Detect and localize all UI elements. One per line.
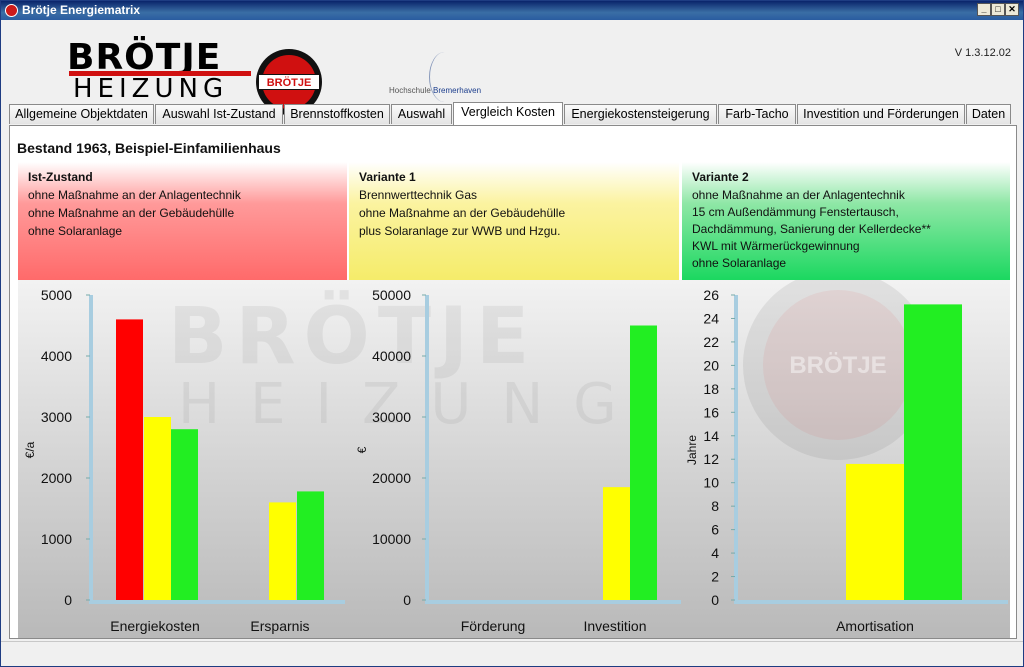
status-bar — [1, 641, 1023, 666]
partner-prefix: Hochschule — [389, 86, 434, 95]
card-line: KWL mit Wärmerückgewinnung — [692, 239, 860, 253]
card-line: ohne Maßnahme an der Anlagentechnik — [692, 188, 905, 202]
y-tick-label: 24 — [703, 310, 719, 326]
page-title: Bestand 1963, Beispiel-Einfamilienhaus — [17, 140, 281, 156]
bar — [297, 491, 324, 600]
version-label: V 1.3.12.02 — [954, 47, 1011, 59]
logo-emblem-label: BRÖTJE — [258, 74, 320, 90]
x-category-label: Amortisation — [836, 618, 914, 634]
card-line: ohne Solaranlage — [692, 256, 787, 270]
y-tick-label: 12 — [703, 451, 719, 467]
bar — [144, 417, 171, 600]
y-tick-label: 10000 — [372, 531, 411, 547]
header: BRÖTJE HEIZUNG BRÖTJE Hochschule Bremerh… — [1, 20, 1023, 115]
bar — [630, 325, 657, 600]
x-axis-line — [734, 600, 1008, 604]
chart-area: BRÖTJE HEIZUNG BRÖTJE 0 1000 2000 3000 4000 5… — [18, 280, 1010, 638]
tab-auswahl[interactable]: Auswahl — [391, 104, 452, 124]
y-tick-label: 2000 — [41, 470, 72, 486]
tab-allgemeine-objektdaten[interactable]: Allgemeine Objektdaten — [9, 104, 154, 124]
card-variante-1: Variante 1 Brennwerttechnik Gas ohne Maß… — [349, 162, 679, 280]
card-title: Variante 1 — [359, 170, 416, 184]
y-axis-line — [425, 295, 429, 602]
tab-vergleich-kosten[interactable]: Vergleich Kosten — [453, 102, 563, 125]
y-axis-line — [734, 295, 738, 602]
tab-daten[interactable]: Daten — [966, 104, 1011, 124]
y-tick-label: 20 — [703, 357, 719, 373]
y-axis-label: Jahre — [685, 435, 699, 465]
y-tick-label: 18 — [703, 381, 719, 397]
card-line: ohne Solaranlage — [28, 224, 123, 238]
card-ist-zustand: Ist-Zustand ohne Maßnahme an der Anlagen… — [18, 162, 347, 280]
bar — [904, 304, 962, 600]
y-tick-label: 8 — [711, 498, 719, 514]
title-bar[interactable]: Brötje Energiematrix _ □ ✕ — [1, 1, 1023, 20]
y-axis-label: €/a — [23, 441, 37, 458]
bar — [269, 502, 296, 600]
partner-name: Bremerhaven — [433, 86, 482, 95]
y-tick-label: 4 — [711, 545, 719, 561]
x-axis-line — [89, 600, 345, 604]
card-line: Brennwerttechnik Gas — [359, 188, 478, 202]
y-tick-label: 0 — [711, 592, 719, 608]
y-tick-label: 4000 — [41, 348, 72, 364]
bar — [116, 319, 143, 600]
card-title: Variante 2 — [692, 170, 749, 184]
y-tick-label: 26 — [703, 287, 719, 303]
maximize-button[interactable]: □ — [991, 3, 1005, 16]
window-title: Brötje Energiematrix — [22, 3, 141, 17]
application-window: Brötje Energiematrix _ □ ✕ BRÖTJE HEIZUN… — [0, 0, 1024, 667]
x-category-label: Förderung — [461, 618, 526, 634]
bar-charts: 010002000300040005000€/aEnergiekosten Ers… — [23, 287, 1008, 634]
card-variante-2: Variante 2 ohne Maßnahme an der Anlagent… — [682, 162, 1010, 280]
card-line: Dachdämmung, Sanierung der Kellerdecke** — [692, 222, 931, 236]
y-tick-label: 1000 — [41, 531, 72, 547]
tab-energiekostensteigerung[interactable]: Energiekostensteigerung — [564, 104, 717, 124]
bar — [846, 463, 904, 600]
y-tick-label: 0 — [64, 592, 72, 608]
card-line: ohne Maßnahme an der Gebäudehülle — [28, 206, 235, 220]
y-tick-label: 14 — [703, 428, 719, 444]
partner-logo: Hochschule Bremerhaven — [389, 86, 481, 95]
y-tick-label: 22 — [703, 334, 719, 350]
y-tick-label: 6 — [711, 522, 719, 538]
tab-brennstoffkosten[interactable]: Brennstoffkosten — [284, 104, 390, 124]
y-axis-line — [89, 295, 93, 602]
card-line: plus Solaranlage zur WWB und Hzgu. — [359, 224, 561, 238]
y-tick-label: 10 — [703, 475, 719, 491]
tab-farb-tacho[interactable]: Farb-Tacho — [718, 104, 796, 124]
y-tick-label: 2 — [711, 569, 719, 585]
y-tick-label: 16 — [703, 404, 719, 420]
y-tick-label: 3000 — [41, 409, 72, 425]
bar — [171, 429, 198, 600]
app-icon[interactable] — [5, 4, 18, 17]
y-tick-label: 0 — [403, 592, 411, 608]
y-tick-label: 50000 — [372, 287, 411, 303]
card-line: ohne Maßnahme an der Gebäudehülle — [359, 206, 566, 220]
tab-investition-und-foerderungen[interactable]: Investition und Förderungen — [797, 104, 965, 124]
y-tick-label: 20000 — [372, 470, 411, 486]
minimize-button[interactable]: _ — [977, 3, 991, 16]
x-category-label: Investition — [583, 618, 646, 634]
bar — [603, 487, 630, 600]
y-tick-label: 30000 — [372, 409, 411, 425]
y-tick-label: 40000 — [372, 348, 411, 364]
y-tick-label: 5000 — [41, 287, 72, 303]
tab-auswahl-ist-zustand[interactable]: Auswahl Ist-Zustand — [155, 104, 283, 124]
x-category-label: Energiekosten — [110, 618, 200, 634]
card-line: 15 cm Außendämmung Fenstertausch, — [692, 205, 899, 219]
x-axis-line — [425, 600, 681, 604]
logo-subline: HEIZUNG — [73, 74, 229, 104]
x-category-label: Ersparnis — [250, 618, 309, 634]
y-axis-label: € — [355, 446, 369, 453]
card-title: Ist-Zustand — [28, 170, 93, 184]
close-button[interactable]: ✕ — [1005, 3, 1019, 16]
card-line: ohne Maßnahme an der Anlagentechnik — [28, 188, 241, 202]
